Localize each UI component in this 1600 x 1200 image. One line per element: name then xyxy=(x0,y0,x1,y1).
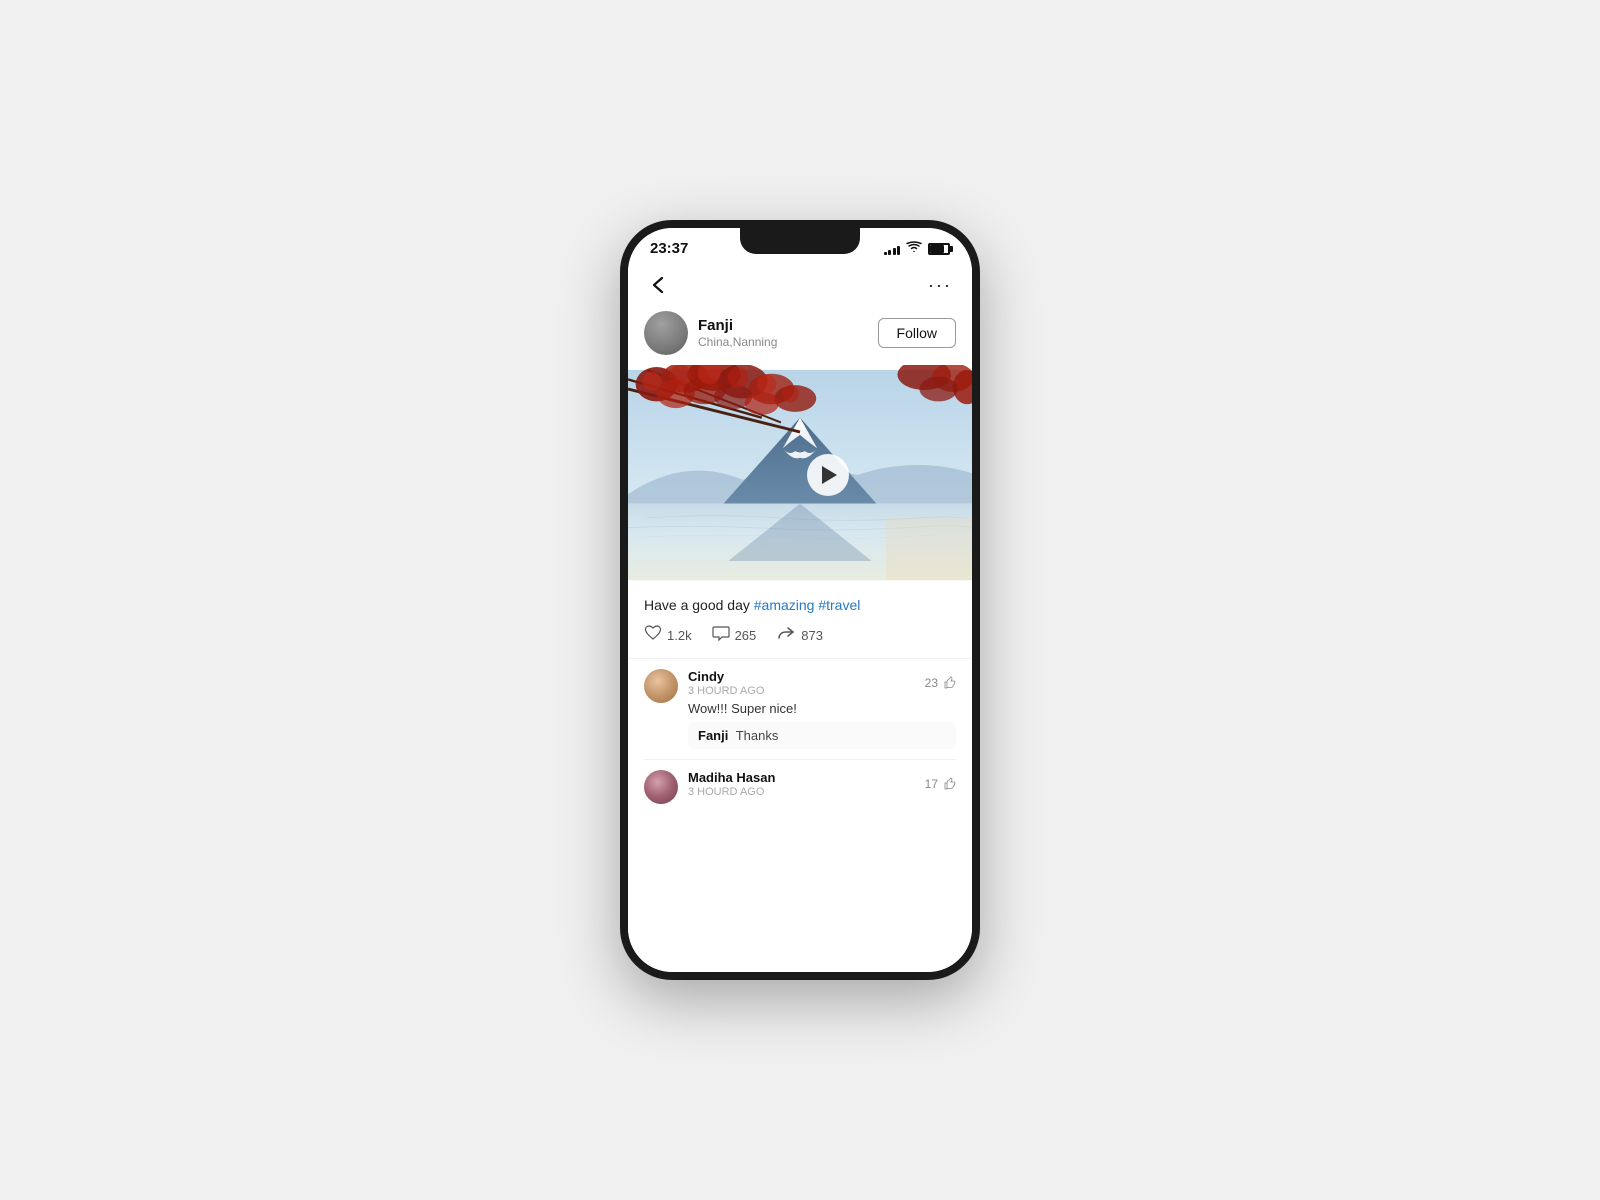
profile-name: Fanji xyxy=(698,317,777,334)
profile-info: Fanji China,Nanning xyxy=(644,311,777,355)
comment-text: Wow!!! Super nice! xyxy=(688,701,956,716)
battery-icon xyxy=(928,243,950,255)
hashtag-travel[interactable]: #travel xyxy=(818,597,860,613)
likes-stat[interactable]: 1.2k xyxy=(644,625,692,646)
comment-body-madiha: Madiha Hasan 3 HOURD AGO 17 xyxy=(688,770,956,798)
play-icon xyxy=(822,466,837,484)
commenter-name-2: Madiha Hasan xyxy=(688,770,775,785)
commenter-name: Cindy xyxy=(688,669,764,684)
avatar[interactable] xyxy=(644,311,688,355)
comment-item: Cindy 3 HOURD AGO 23 Wow! xyxy=(628,659,972,759)
post-content: Have a good day #amazing #travel 1.2k xyxy=(628,585,972,972)
comment-time-2: 3 HOURD AGO xyxy=(688,786,775,798)
likes-count: 1.2k xyxy=(667,628,692,643)
post-caption: Have a good day #amazing #travel xyxy=(628,585,972,621)
more-button[interactable]: ··· xyxy=(924,269,956,301)
wifi-icon xyxy=(906,241,922,256)
shares-count: 873 xyxy=(801,628,823,643)
post-stats: 1.2k 265 xyxy=(628,621,972,658)
profile-header: Fanji China,Nanning Follow xyxy=(628,307,972,365)
shares-stat[interactable]: 873 xyxy=(776,625,823,646)
comments-stat[interactable]: 265 xyxy=(712,625,757,646)
comment-header-madiha: Madiha Hasan 3 HOURD AGO 17 xyxy=(688,770,956,798)
hashtag-amazing[interactable]: #amazing xyxy=(754,597,815,613)
comment-time: 3 HOURD AGO xyxy=(688,685,764,697)
comment-body-cindy: Cindy 3 HOURD AGO 23 Wow! xyxy=(688,669,956,749)
nav-bar: ··· xyxy=(628,263,972,307)
reply-text: Thanks xyxy=(736,728,779,743)
play-button[interactable] xyxy=(807,454,849,496)
comment-like-button[interactable]: 23 xyxy=(925,676,956,690)
comment-icon xyxy=(712,625,730,646)
comment-avatar-cindy xyxy=(644,669,678,703)
comment-item: Madiha Hasan 3 HOURD AGO 17 xyxy=(628,760,972,814)
signal-bars-icon xyxy=(884,243,901,255)
status-icons xyxy=(884,241,951,256)
reply-item: Fanji Thanks xyxy=(688,722,956,749)
share-icon xyxy=(776,625,796,646)
comments-count: 265 xyxy=(735,628,757,643)
comment-user-info: Cindy 3 HOURD AGO xyxy=(688,669,764,697)
heart-icon xyxy=(644,625,662,646)
comments-section: Cindy 3 HOURD AGO 23 Wow! xyxy=(628,658,972,814)
follow-button[interactable]: Follow xyxy=(878,318,956,348)
profile-text: Fanji China,Nanning xyxy=(698,317,777,349)
comment-avatar-madiha xyxy=(644,770,678,804)
comment-like-button-2[interactable]: 17 xyxy=(925,777,956,791)
back-button[interactable] xyxy=(644,269,676,301)
status-time: 23:37 xyxy=(650,240,688,257)
post-image xyxy=(628,365,972,585)
comment-header-cindy: Cindy 3 HOURD AGO 23 xyxy=(688,669,956,697)
reply-author: Fanji xyxy=(698,728,728,743)
mountain-scene xyxy=(628,365,972,585)
profile-location: China,Nanning xyxy=(698,335,777,349)
phone-notch xyxy=(740,228,860,254)
comment-user-info-2: Madiha Hasan 3 HOURD AGO xyxy=(688,770,775,798)
